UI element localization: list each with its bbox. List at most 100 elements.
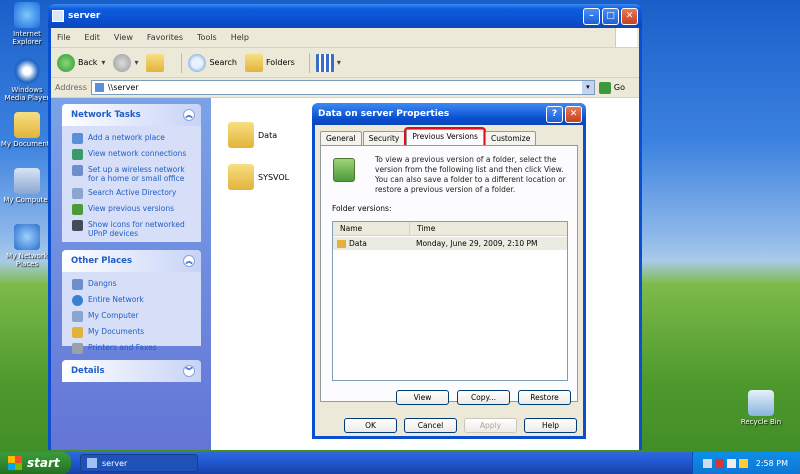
- tab-previous-versions[interactable]: Previous Versions: [404, 127, 486, 147]
- window-titlebar[interactable]: server – □ ✕: [48, 4, 642, 28]
- menu-favorites[interactable]: Favorites: [147, 33, 183, 42]
- desktop-icon-my-documents[interactable]: My Documents: [0, 112, 54, 148]
- network-folder-icon: [94, 83, 104, 92]
- view-button[interactable]: View: [396, 390, 449, 405]
- close-button[interactable]: ✕: [621, 7, 638, 25]
- restore-button[interactable]: Restore: [518, 390, 571, 405]
- maximize-button[interactable]: □: [602, 7, 619, 25]
- desktop-icon-recycle-bin[interactable]: Recycle Bin: [734, 390, 788, 426]
- other-places-header[interactable]: Other Places ︽: [62, 250, 201, 272]
- place-dangns[interactable]: Dangns: [62, 276, 201, 292]
- folders-label: Folders: [265, 58, 295, 67]
- place-entire-network[interactable]: Entire Network: [62, 292, 201, 308]
- taskbar-item-server[interactable]: server: [80, 454, 198, 472]
- my-documents-icon: [72, 327, 83, 338]
- menu-edit[interactable]: Edit: [84, 33, 100, 42]
- folders-icon: [244, 53, 263, 72]
- row-name-cell: Data: [333, 237, 410, 250]
- menu-file[interactable]: File: [57, 33, 70, 42]
- network-places-icon: [14, 224, 40, 250]
- desktop-icon-my-computer[interactable]: My Computer: [0, 168, 54, 204]
- volume-tray-icon[interactable]: [726, 458, 736, 468]
- desktop-icon-label: My Computer: [3, 196, 51, 204]
- dialog-titlebar[interactable]: Data on server Properties ? ✕: [312, 103, 586, 125]
- tab-security[interactable]: Security: [362, 131, 406, 145]
- search-button[interactable]: Search: [188, 53, 237, 72]
- address-input[interactable]: \\server ▾: [90, 80, 595, 95]
- task-add-network-place[interactable]: Add a network place: [62, 130, 201, 146]
- minimize-button[interactable]: –: [583, 7, 600, 25]
- shared-folder-data[interactable]: Data: [228, 122, 277, 148]
- collapse-icon[interactable]: ︽: [183, 109, 195, 121]
- task-view-network-connections[interactable]: View network connections: [62, 146, 201, 162]
- printer-icon: [72, 343, 83, 354]
- expand-icon[interactable]: ︾: [183, 365, 195, 377]
- tab-general[interactable]: General: [320, 131, 362, 145]
- address-dropdown-icon[interactable]: ▾: [581, 81, 594, 94]
- up-folder-icon: [146, 53, 165, 72]
- row-name: Data: [349, 239, 367, 248]
- network-tray-icon[interactable]: [702, 458, 712, 468]
- restore-clock-icon: [333, 158, 355, 182]
- menu-help[interactable]: Help: [231, 33, 249, 42]
- place-label: My Documents: [88, 327, 145, 336]
- apply-button[interactable]: Apply: [464, 418, 517, 433]
- tab-customize[interactable]: Customize: [484, 131, 537, 145]
- internet-explorer-icon: [14, 2, 40, 28]
- desktop-icon-internet-explorer[interactable]: Internet Explorer: [0, 2, 54, 46]
- toolbar: Back ▾ ▾ Search Folders ▾: [51, 48, 639, 78]
- network-tasks-header[interactable]: Network Tasks ︽: [62, 104, 201, 126]
- go-arrow-icon[interactable]: [598, 81, 611, 94]
- menu-view[interactable]: View: [114, 33, 133, 42]
- go-button[interactable]: Go: [614, 83, 625, 92]
- column-time[interactable]: Time: [410, 222, 567, 235]
- place-label: Entire Network: [88, 295, 144, 304]
- desktop-icon-media-player[interactable]: Windows Media Player: [0, 58, 54, 102]
- place-my-documents[interactable]: My Documents: [62, 324, 201, 340]
- address-value: \\server: [107, 83, 139, 92]
- desktop-icon-label: Recycle Bin: [740, 418, 782, 426]
- back-label: Back: [78, 58, 98, 67]
- menu-tools[interactable]: Tools: [197, 33, 217, 42]
- folders-button[interactable]: Folders: [244, 53, 295, 72]
- help-button[interactable]: Help: [524, 418, 577, 433]
- other-places-panel: Other Places ︽ Dangns Entire Network My …: [62, 250, 201, 354]
- place-printers-faxes[interactable]: Printers and Faxes: [62, 340, 201, 356]
- list-item[interactable]: Data Monday, June 29, 2009, 2:10 PM: [333, 237, 567, 250]
- task-show-upnp-icons[interactable]: Show icons for networked UPnP devices: [62, 217, 201, 240]
- task-pane: Network Tasks ︽ Add a network place View…: [51, 98, 211, 450]
- task-setup-wireless[interactable]: Set up a wireless network for a home or …: [62, 162, 201, 185]
- shared-folder-sysvol[interactable]: SYSVOL: [228, 164, 289, 190]
- views-button[interactable]: ▾: [315, 53, 341, 72]
- properties-dialog: Data on server Properties ? ✕ General Se…: [312, 103, 586, 439]
- folder-name: Data: [258, 130, 278, 140]
- forward-button[interactable]: ▾: [113, 53, 138, 72]
- folder-icon: [52, 10, 64, 22]
- taskbar: start server 2:58 PM: [0, 452, 800, 474]
- details-header[interactable]: Details ︾: [62, 360, 201, 382]
- column-name[interactable]: Name: [333, 222, 410, 235]
- help-icon[interactable]: ?: [546, 105, 563, 123]
- versions-list[interactable]: Name Time Data Monday, June 29, 2009, 2:…: [332, 221, 568, 381]
- place-label: Printers and Faxes: [88, 343, 157, 352]
- start-button[interactable]: start: [0, 452, 71, 474]
- security-tray-icon[interactable]: [714, 458, 724, 468]
- upnp-device-icon: [72, 220, 83, 231]
- copy-button[interactable]: Copy...: [457, 390, 510, 405]
- task-search-active-directory[interactable]: Search Active Directory: [62, 185, 201, 201]
- collapse-icon[interactable]: ︽: [183, 255, 195, 267]
- network-folder-icon: [87, 458, 97, 468]
- globe-icon: [72, 295, 83, 306]
- updates-tray-icon[interactable]: [738, 458, 748, 468]
- task-view-previous-versions[interactable]: View previous versions: [62, 201, 201, 217]
- ok-button[interactable]: OK: [344, 418, 397, 433]
- place-my-computer[interactable]: My Computer: [62, 308, 201, 324]
- place-label: My Computer: [88, 311, 139, 320]
- shared-folder-icon: [228, 122, 254, 148]
- dialog-close-button[interactable]: ✕: [565, 105, 582, 123]
- up-folder-button[interactable]: [146, 53, 167, 72]
- desktop-icon-network-places[interactable]: My Network Places: [0, 224, 54, 268]
- cancel-button[interactable]: Cancel: [404, 418, 457, 433]
- back-button[interactable]: Back ▾: [57, 53, 105, 72]
- network-connections-icon: [72, 149, 83, 160]
